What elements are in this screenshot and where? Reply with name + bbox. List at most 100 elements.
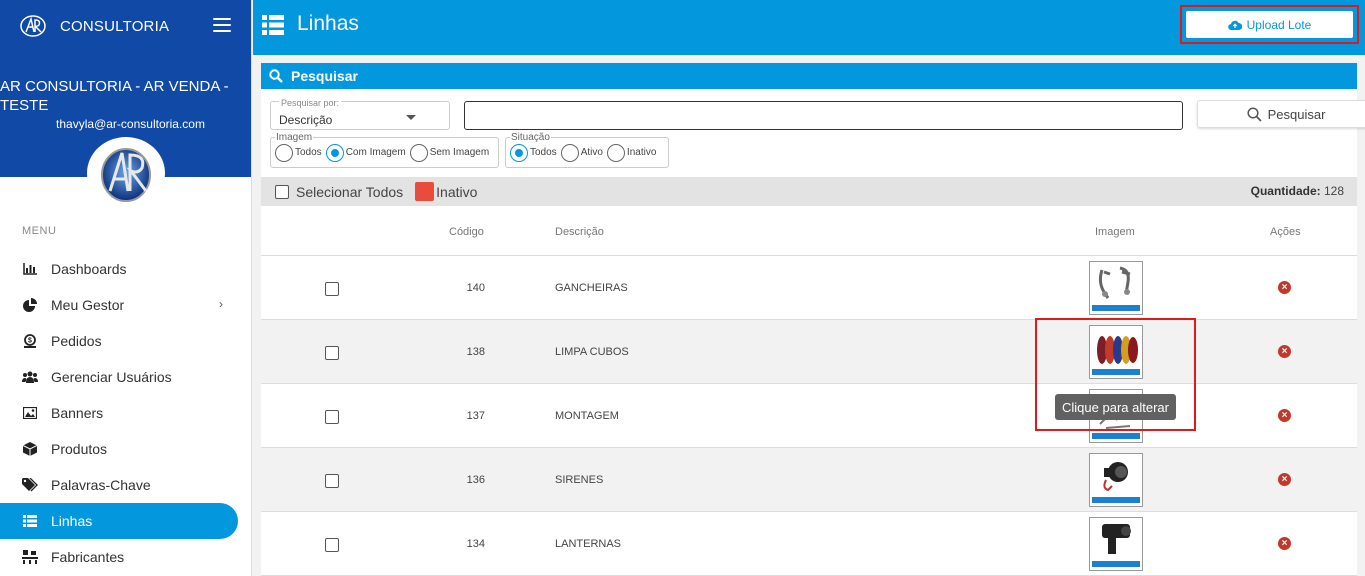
sidebar-item-dashboards[interactable]: Dashboards [0,251,251,287]
sidebar-item-gerenciar-usuarios[interactable]: Gerenciar Usuários [0,359,251,395]
search-panel-header: Pesquisar [261,63,1357,89]
sidebar-header: CONSULTORIA AR CONSULTORIA - AR VENDA - … [0,0,251,209]
row-description: LANTERNAS [555,538,622,550]
menu-toggle-icon[interactable] [213,18,231,32]
money-icon: $ [22,333,38,349]
sidebar-item-label: Produtos [51,441,108,457]
quantity-count: Quantidade: 128 [1251,184,1344,198]
delete-icon[interactable]: × [1278,473,1291,486]
sidebar-menu: Dashboards Meu Gestor › $ Pedidos Gerenc… [0,251,251,575]
thumbnail-caption-strip [1092,433,1140,439]
row-code: 134 [466,538,485,550]
radio-circle [606,143,625,162]
sidebar-item-palavras-chave[interactable]: Palavras-Chave [0,467,251,503]
search-icon [1247,106,1262,122]
table-row: 136 SIRENES × [261,448,1357,512]
image-filter-legend: Imagem [275,132,314,143]
upload-highlight: Upload Lote [1180,5,1359,44]
quantity-label: Quantidade: [1250,184,1321,198]
image-filter-group: Imagem Todos Com Imagem Sem Imagem [270,132,499,168]
row-description: SIRENES [555,474,604,486]
status-filter-group: Situação Todos Ativo Inativo [505,132,669,168]
quantity-value: 128 [1323,184,1344,198]
row-image-thumbnail[interactable] [1089,453,1143,507]
table-row: 137 MONTAGEM × [261,384,1357,448]
row-image-thumbnail[interactable] [1089,325,1143,379]
row-image-thumbnail[interactable] [1089,517,1143,571]
svg-text:$: $ [28,338,32,345]
row-checkbox[interactable] [325,410,339,424]
select-all-checkbox[interactable] [275,184,289,199]
search-panel-title: Pesquisar [291,68,358,84]
delete-icon[interactable]: × [1278,409,1291,422]
sidebar-item-label: Pedidos [51,333,102,349]
table-header: Código Descrição Imagem Ações [261,206,1357,256]
image-filter-todos[interactable]: Todos [275,143,322,162]
sidebar-item-banners[interactable]: Banners [0,395,251,431]
radio-circle [510,143,528,162]
row-checkbox[interactable] [325,474,339,488]
table-row: 134 LANTERNAS × [261,512,1357,576]
row-description: LIMPA CUBOS [555,346,629,358]
inactive-legend-swatch [415,182,435,201]
search-icon [269,69,283,83]
lines-table: Selecionar Todos Inativo Quantidade: 128… [261,177,1357,576]
sidebar: CONSULTORIA AR CONSULTORIA - AR VENDA - … [0,0,252,576]
brand-name: CONSULTORIA [60,17,170,35]
sidebar-item-linhas[interactable]: Linhas [0,503,238,539]
bar-chart-icon [22,261,38,277]
delete-icon[interactable]: × [1278,281,1291,294]
radio-circle [275,143,293,162]
status-filter-legend: Situação [510,132,551,143]
thumbnail-caption-strip [1092,369,1140,375]
thumbnail-caption-strip [1092,497,1140,503]
table-row: 140 GANCHEIRAS × [261,256,1357,320]
image-filter-com-imagem[interactable]: Com Imagem [325,143,406,162]
row-code: 137 [466,410,485,422]
tooltip: Clique para alterar [1055,394,1176,420]
search-button[interactable]: Pesquisar [1197,100,1365,128]
row-code: 136 [466,474,485,486]
image-icon [22,405,38,421]
status-filter-todos[interactable]: Todos [510,143,557,162]
menu-section-label: MENU [22,225,57,237]
search-by-label: Pesquisar por: [279,98,342,108]
siren-product-icon [1103,462,1128,492]
status-filter-ativo[interactable]: Ativo [560,143,603,162]
column-header-acoes: Ações [1270,226,1301,238]
avatar[interactable] [87,137,165,209]
sidebar-item-fabricantes[interactable]: Fabricantes [0,539,251,575]
sidebar-item-meu-gestor[interactable]: Meu Gestor › [0,287,251,323]
user-email: thavyla@ar-consultoria.com [56,117,205,131]
radio-circle [560,143,579,162]
row-checkbox[interactable] [325,538,339,552]
pie-chart-icon [22,297,38,313]
sidebar-item-label: Meu Gestor [51,297,125,313]
row-code: 140 [466,282,485,294]
brand-logo-icon [18,13,48,39]
thumbnail-caption-strip [1092,561,1140,567]
delete-icon[interactable]: × [1278,537,1291,550]
sidebar-item-produtos[interactable]: Produtos [0,431,251,467]
row-description: GANCHEIRAS [555,282,628,294]
row-checkbox[interactable] [325,282,339,296]
image-filter-sem-imagem[interactable]: Sem Imagem [409,143,489,162]
sidebar-item-label: Palavras-Chave [51,477,151,493]
row-description: MONTAGEM [555,410,619,422]
upload-lote-button[interactable]: Upload Lote [1186,11,1353,38]
sidebar-item-pedidos[interactable]: $ Pedidos [0,323,251,359]
status-filter-inativo[interactable]: Inativo [606,143,656,162]
hanger-product-icon [1098,266,1131,299]
sidebar-item-label: Gerenciar Usuários [51,369,172,385]
box-icon [22,441,38,457]
row-checkbox[interactable] [325,346,339,360]
search-panel: Pesquisar Pesquisar por: Descrição Pesqu… [261,63,1365,181]
search-input[interactable] [464,101,1183,130]
users-icon [22,369,38,385]
search-by-select[interactable]: Pesquisar por: Descrição [270,98,450,130]
chevron-right-icon: › [219,297,223,311]
upload-lote-label: Upload Lote [1246,17,1312,32]
delete-icon[interactable]: × [1278,345,1291,358]
column-header-imagem: Imagem [1095,226,1135,238]
row-image-thumbnail[interactable] [1089,261,1143,315]
